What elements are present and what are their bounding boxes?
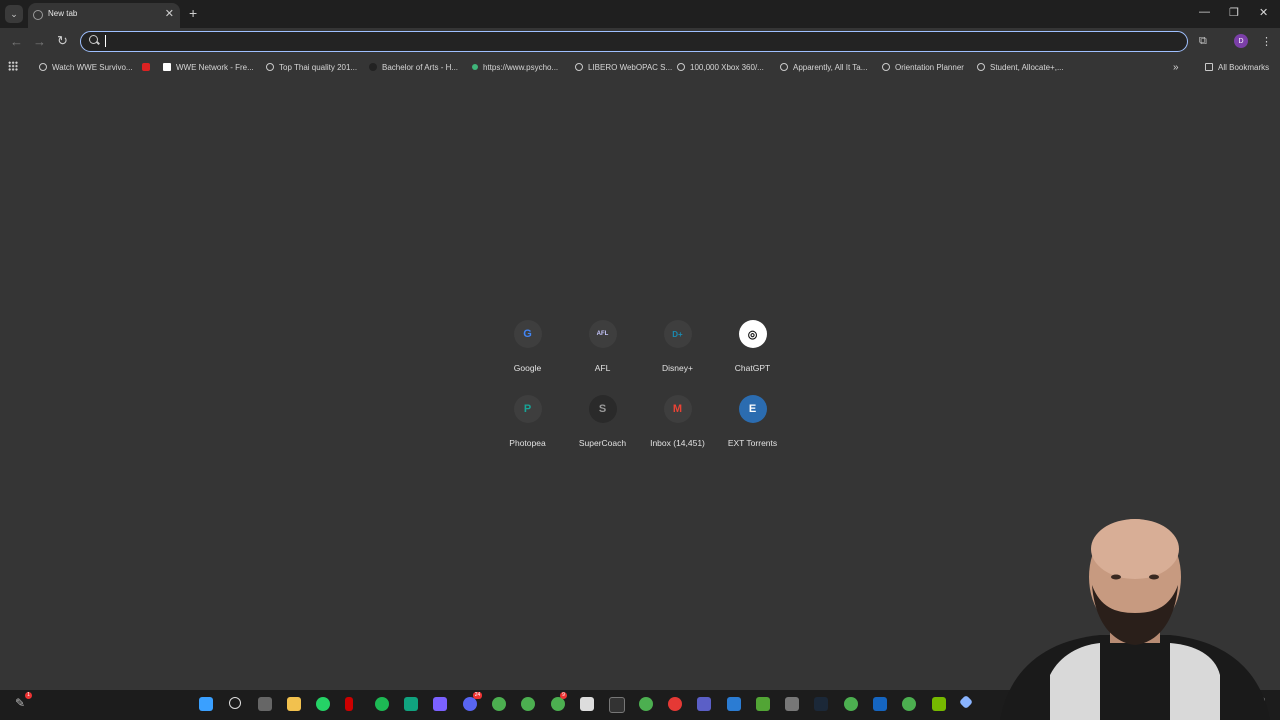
new-tab-button[interactable]: +: [189, 5, 197, 21]
globe-icon: [780, 63, 788, 71]
disney-icon: D+: [663, 320, 692, 348]
tab-new-tab[interactable]: New tab ✕: [28, 3, 180, 28]
globe-icon: [677, 63, 685, 71]
reload-button[interactable]: ↻: [57, 33, 68, 49]
bookmark-item[interactable]: Watch WWE Survivo...: [39, 61, 133, 73]
shortcut-ext-torrents[interactable]: E EXT Torrents: [715, 393, 790, 463]
tab-strip: ⌄ New tab ✕ + — ❐ ✕: [0, 0, 1280, 28]
profile-avatar[interactable]: D: [1234, 34, 1248, 48]
restore-button[interactable]: ❐: [1229, 6, 1239, 19]
uni-icon: [369, 63, 377, 71]
search-icon: [89, 35, 98, 44]
steam-icon[interactable]: [814, 697, 828, 711]
folder-icon: [1205, 63, 1213, 71]
shortcuts-grid: G Google AFL AFL D+ Disney+ ◎ ChatGPT P …: [490, 318, 790, 458]
address-bar[interactable]: [80, 31, 1188, 52]
shortcut-disney[interactable]: D+ Disney+: [640, 318, 715, 388]
webcam-overlay: [990, 515, 1280, 720]
notification-badge: 1: [25, 692, 32, 699]
chrome-active-icon[interactable]: [551, 697, 565, 711]
task-view-icon[interactable]: [258, 697, 272, 711]
calculator-icon[interactable]: [785, 697, 799, 711]
all-bookmarks-button[interactable]: All Bookmarks: [1205, 61, 1269, 73]
bookmark-item[interactable]: WWE Network - Fre...: [163, 61, 254, 73]
youtube-icon: [142, 63, 150, 71]
forward-button[interactable]: →: [33, 34, 46, 49]
tab-search-button[interactable]: ⌄: [5, 5, 23, 23]
search-icon[interactable]: [229, 697, 241, 709]
bookmark-item[interactable]: 100,000 Xbox 360/...: [677, 61, 764, 73]
chrome-icon[interactable]: [492, 697, 506, 711]
nvidia-icon[interactable]: [932, 697, 946, 711]
shortcut-supercoach[interactable]: S SuperCoach: [565, 393, 640, 463]
psych-icon: [470, 62, 480, 72]
app-blue-icon[interactable]: [873, 697, 887, 711]
messenger-icon[interactable]: [463, 697, 477, 711]
epic-games-icon[interactable]: [609, 697, 625, 713]
shortcut-afl[interactable]: AFL AFL: [565, 318, 640, 388]
back-button[interactable]: ←: [10, 34, 23, 49]
close-icon[interactable]: ✕: [165, 7, 174, 20]
shortcut-chatgpt[interactable]: ◎ ChatGPT: [715, 318, 790, 388]
menu-icon[interactable]: ⋮: [1261, 35, 1272, 48]
chrome-icon[interactable]: [639, 697, 653, 711]
text-caret: [105, 35, 106, 47]
windows-start-icon[interactable]: [199, 697, 213, 711]
bookmark-item[interactable]: Top Thai quality 201...: [266, 61, 357, 73]
tab-title: New tab: [48, 9, 78, 18]
word-icon[interactable]: [727, 697, 741, 711]
bookmark-item[interactable]: Apparently, All It Ta...: [780, 61, 867, 73]
apps-grid-icon[interactable]: [8, 61, 18, 71]
shortcut-google[interactable]: G Google: [490, 318, 565, 388]
app-icon[interactable]: [404, 697, 418, 711]
notepad-icon[interactable]: [580, 697, 594, 711]
spotify-icon[interactable]: [375, 697, 389, 711]
wwe-icon: [163, 63, 171, 71]
edge-badge: 9: [560, 692, 567, 699]
globe-icon: [882, 63, 890, 71]
chrome-icon[interactable]: [844, 697, 858, 711]
chrome-icon[interactable]: [902, 697, 916, 711]
webcam-person-image: [1000, 519, 1270, 720]
netflix-icon[interactable]: [345, 697, 353, 711]
globe-icon: [266, 63, 274, 71]
address-input[interactable]: [105, 34, 1009, 50]
globe-icon: [39, 63, 47, 71]
close-window-button[interactable]: ✕: [1259, 6, 1268, 19]
ext-torrents-icon: E: [738, 395, 767, 423]
bookmark-item[interactable]: https://www.psycho...: [470, 61, 558, 73]
teams-icon[interactable]: [697, 697, 711, 711]
minimize-button[interactable]: —: [1199, 6, 1210, 18]
chatgpt-icon: ◎: [738, 320, 767, 348]
afl-icon: AFL: [588, 320, 617, 348]
supercoach-icon: S: [588, 395, 617, 423]
minecraft-icon[interactable]: [756, 697, 770, 711]
bookmark-item[interactable]: [142, 61, 155, 73]
gmail-icon: M: [663, 395, 692, 423]
app-red-icon[interactable]: [668, 697, 682, 711]
globe-icon: [33, 10, 43, 20]
bookmark-item[interactable]: LIBERO WebOPAC S...: [575, 61, 672, 73]
chrome-icon[interactable]: [521, 697, 535, 711]
google-icon: G: [513, 320, 542, 348]
extensions-icon[interactable]: ⧉: [1199, 35, 1207, 48]
bookmark-item[interactable]: Orientation Planner: [882, 61, 964, 73]
messenger-badge: 24: [473, 692, 482, 699]
bookmark-item[interactable]: Student, Allocate+,...: [977, 61, 1064, 73]
globe-icon: [575, 63, 583, 71]
file-explorer-icon[interactable]: [287, 697, 301, 711]
chevron-right-icon[interactable]: »: [1173, 61, 1179, 73]
video-editor-icon[interactable]: [433, 697, 447, 711]
whatsapp-icon[interactable]: [316, 697, 330, 711]
bookmark-item[interactable]: Bachelor of Arts - H...: [369, 61, 458, 73]
photopea-icon: P: [513, 395, 542, 423]
shortcut-photopea[interactable]: P Photopea: [490, 393, 565, 463]
shortcut-inbox[interactable]: M Inbox (14,451): [640, 393, 715, 463]
globe-icon: [977, 63, 985, 71]
